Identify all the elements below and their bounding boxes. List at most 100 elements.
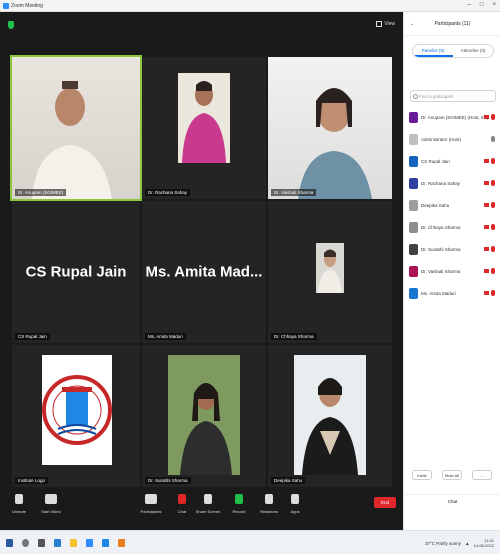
participant-row[interactable]: Dr. Rachana Sahay [404,173,500,195]
tile-name-label: Dr. Anupam (SGIMEE) [15,189,67,196]
participant-row[interactable]: Deepika Sahu [404,195,500,217]
share-screen-button[interactable]: Share Screen [193,494,223,514]
participant-photo [294,355,366,475]
institute-logo-icon [42,375,112,445]
person-silhouette-icon [298,88,372,199]
participant-row[interactable]: Dr. Vaishali Sharma [404,261,500,283]
file-explorer-icon[interactable] [70,539,77,547]
muted-microphone-icon[interactable] [491,246,495,252]
video-off-icon [484,291,489,295]
tab-panelists[interactable]: Panelist (9) [413,45,453,57]
participant-row[interactable]: Dr. Surabhi Sharma [404,239,500,261]
participant-row[interactable]: CS Rupal Jain [404,151,500,173]
security-shield-icon[interactable] [8,21,14,29]
clock[interactable]: 11:31 14-05-2022 [474,538,494,548]
video-tile-3[interactable]: Dr. Vaishali Sharma [268,57,392,199]
video-off-icon [484,115,489,119]
video-tile-4[interactable]: CS Rupal Jain CS Rupal Jain [12,201,140,343]
collapse-chevron-icon[interactable]: ⌄ [410,12,414,36]
video-camera-icon [45,494,57,504]
participant-name: Deepika Sahu [421,203,450,208]
participants-label: Participants [140,509,162,514]
close-button[interactable]: × [492,2,496,8]
video-tile-6[interactable]: Dr. Chhaya Sharma [268,201,392,343]
more-button[interactable]: ... [472,470,492,480]
mute-all-button[interactable]: Mute All [442,470,462,480]
video-tile-1[interactable]: Dr. Anupam (SGIMEE) [10,55,142,201]
tile-name-label: Dr. Rachana Sahay [145,189,191,196]
window-title: Zoom Meeting [11,3,43,9]
microphone-icon[interactable] [491,136,495,142]
participants-icon [145,494,157,504]
edge-browser-icon[interactable] [54,539,61,547]
maximize-button[interactable]: □ [480,2,484,8]
unmute-button[interactable]: Unmute [4,494,34,514]
muted-microphone-icon[interactable] [491,114,495,120]
tile-name-label: Ms. Amita Maduri [145,333,186,340]
avatar [409,156,418,167]
panel-footer: Invite Mute All ... Chat [404,460,500,530]
participant-name: CS Rupal Jain [421,159,450,164]
apps-button[interactable]: Apps [280,494,310,514]
participant-search-input[interactable]: Find a participant [410,90,496,102]
participants-button[interactable]: Participants [136,494,166,514]
tile-name-label: Institute Logo [15,477,49,484]
tile-name-label: CS Rupal Jain [15,333,50,340]
tile-name-label: Dr. Surabhi Sharma [145,477,191,484]
participant-row[interactable]: Administrator (Host) [404,129,500,151]
minimize-button[interactable]: – [468,2,471,8]
microphone-icon [15,494,23,504]
start-video-button[interactable]: Start Video [36,494,66,514]
weather-widget[interactable]: 37°C Partly sunny [425,541,461,546]
record-button[interactable]: Record [224,494,254,514]
network-icon[interactable]: ▲ [465,541,469,546]
participant-name: Dr. Surabhi Sharma [421,247,461,252]
muted-microphone-icon[interactable] [491,180,495,186]
participants-panel: ⌄ Participants (11) Panelist (9) Attende… [403,12,500,530]
video-tile-9[interactable]: Deepika Sahu [268,345,392,487]
participant-row[interactable]: Dr. Anupam (SGIMEE) (Host, me) [404,107,500,129]
task-view-icon[interactable] [38,539,45,547]
muted-microphone-icon[interactable] [491,290,495,296]
video-off-icon [484,203,489,207]
avatar [409,178,418,189]
meeting-area: View Dr. Anupam (SGIMEE) Dr. Rachana Sah… [0,12,403,530]
zoom-taskbar-icon[interactable] [86,539,93,547]
muted-microphone-icon[interactable] [491,268,495,274]
participant-name: Ms. Amita Maduri [421,291,456,296]
tab-attendees[interactable]: Attendee (0) [453,45,493,57]
search-placeholder: Find a participant [419,94,454,99]
video-tile-8[interactable]: Dr. Surabhi Sharma [142,345,266,487]
view-button[interactable]: View [376,21,395,27]
search-icon[interactable] [22,539,29,547]
participant-display-name: CS Rupal Jain [25,263,127,281]
end-meeting-button[interactable]: End [374,497,396,508]
search-icon [413,94,418,99]
video-off-icon [484,159,489,163]
app-taskbar-icon[interactable] [118,539,125,547]
meeting-toolbar: Unmute Start Video Participants Chat Sha… [0,488,403,530]
muted-microphone-icon[interactable] [491,158,495,164]
view-label: View [384,21,395,27]
muted-microphone-icon[interactable] [491,202,495,208]
video-tile-5[interactable]: Ms. Amita Mad... Ms. Amita Maduri [142,201,266,343]
panel-chat-header[interactable]: Chat [404,494,500,508]
video-tile-7[interactable]: Institute Logo [12,345,140,487]
muted-microphone-icon[interactable] [491,224,495,230]
invite-button[interactable]: Invite [412,470,432,480]
participant-row[interactable]: Dr. Chhaya Sharma [404,217,500,239]
avatar [409,244,418,255]
participant-name: Dr. Anupam (SGIMEE) (Host, me) [421,115,489,120]
clock-date: 14-05-2022 [473,543,494,548]
participant-video [268,57,392,199]
avatar [409,266,418,277]
participant-row[interactable]: Ms. Amita Maduri [404,283,500,305]
start-menu-icon[interactable] [6,539,13,547]
participant-photo [316,243,344,293]
record-icon [235,494,243,504]
video-tile-2[interactable]: Dr. Rachana Sahay [142,57,266,199]
panel-title: Participants (11) [434,21,471,27]
video-off-icon [484,225,489,229]
apps-icon [291,494,299,504]
outlook-icon[interactable] [102,539,109,547]
